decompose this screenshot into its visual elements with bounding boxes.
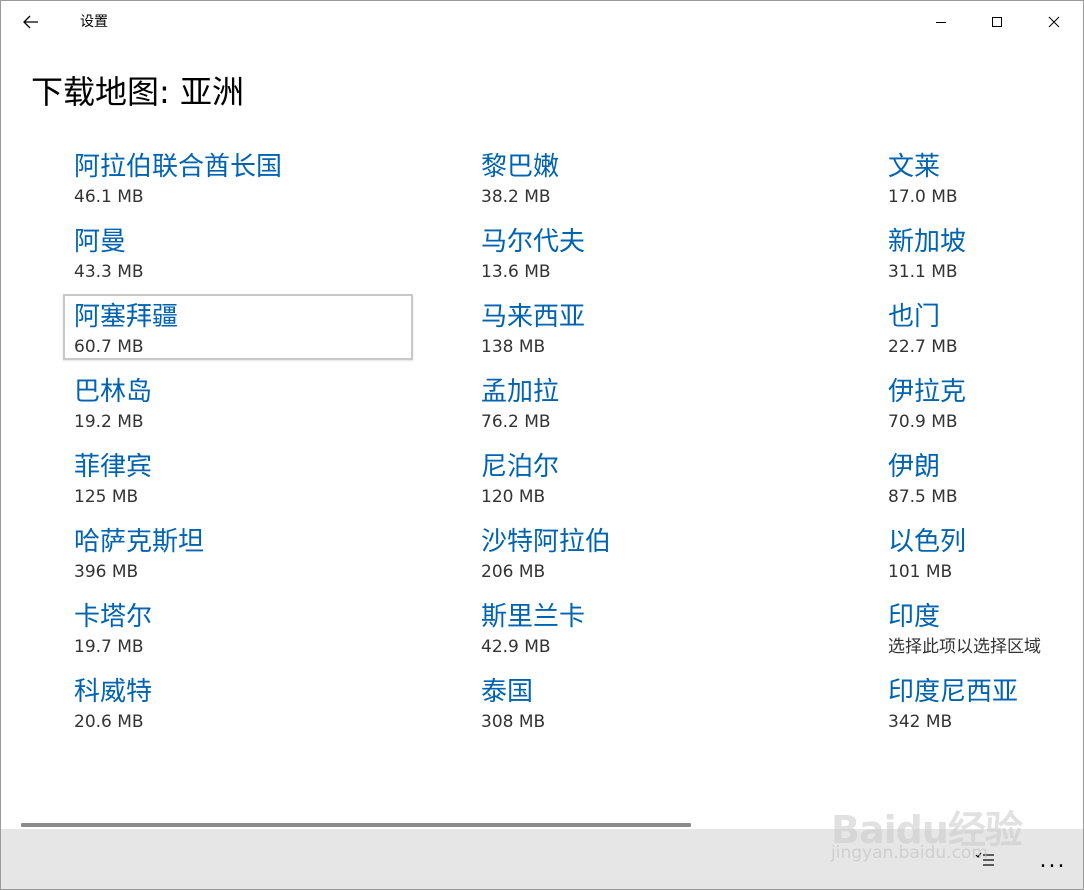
close-icon: [1048, 16, 1060, 28]
multi-select-icon: [975, 852, 994, 866]
settings-window: 设置 下载地图: 亚洲 阿拉伯联合酋长国 46.1 MB 阿曼 43.3 MB 阿塞拜疆…: [0, 0, 1084, 890]
region-item[interactable]: 斯里兰卡 42.9 MB: [470, 594, 820, 660]
region-size: 101 MB: [888, 562, 953, 582]
region-name: 菲律宾: [74, 452, 153, 482]
region-name: 马尔代夫: [481, 227, 586, 257]
region-name: 沙特阿拉伯: [481, 527, 612, 557]
region-size: 13.6 MB: [481, 262, 551, 282]
minimize-button[interactable]: [913, 1, 969, 43]
region-name: 印度: [888, 602, 941, 632]
region-size: 选择此项以选择区域: [888, 637, 1041, 657]
command-bar: ...: [1, 829, 1083, 889]
region-item[interactable]: 阿拉伯联合酋长国 46.1 MB: [63, 144, 413, 210]
region-name: 印度尼西亚: [888, 677, 1019, 707]
region-size: 19.2 MB: [74, 412, 144, 432]
region-size: 19.7 MB: [74, 637, 144, 657]
region-item[interactable]: 也门 22.7 MB: [877, 294, 1072, 360]
region-name: 斯里兰卡: [481, 602, 586, 632]
region-item[interactable]: 卡塔尔 19.7 MB: [63, 594, 413, 660]
region-name: 巴林岛: [74, 377, 153, 407]
close-button[interactable]: [1026, 1, 1082, 43]
select-button[interactable]: [965, 843, 1005, 877]
back-arrow-icon: [23, 15, 38, 29]
region-item[interactable]: 印度尼西亚 342 MB: [877, 669, 1072, 735]
back-button[interactable]: [13, 5, 49, 39]
minimize-icon: [936, 22, 946, 23]
region-item[interactable]: 尼泊尔 120 MB: [470, 444, 820, 510]
region-size: 46.1 MB: [74, 187, 144, 207]
region-item[interactable]: 阿塞拜疆 60.7 MB: [63, 294, 413, 360]
title-bar: 设置: [1, 1, 1083, 43]
region-item[interactable]: 以色列 101 MB: [877, 519, 1072, 585]
region-item[interactable]: 伊拉克 70.9 MB: [877, 369, 1072, 435]
region-item[interactable]: 马尔代夫 13.6 MB: [470, 219, 820, 285]
region-item[interactable]: 新加坡 31.1 MB: [877, 219, 1072, 285]
region-name: 哈萨克斯坦: [74, 527, 205, 557]
region-size: 20.6 MB: [74, 712, 144, 732]
region-size: 31.1 MB: [888, 262, 958, 282]
region-name: 阿塞拜疆: [74, 302, 179, 332]
region-item[interactable]: 孟加拉 76.2 MB: [470, 369, 820, 435]
region-item[interactable]: 印度选择此项以选择区域: [877, 594, 1072, 660]
region-item[interactable]: 伊朗 87.5 MB: [877, 444, 1072, 510]
region-item[interactable]: 文莱 17.0 MB: [877, 144, 1072, 210]
maximize-icon: [992, 17, 1002, 27]
region-size: 42.9 MB: [481, 637, 551, 657]
region-name: 阿拉伯联合酋长国: [74, 152, 283, 182]
region-item[interactable]: 菲律宾 125 MB: [63, 444, 413, 510]
region-name: 卡塔尔: [74, 602, 153, 632]
region-item[interactable]: 泰国 308 MB: [470, 669, 820, 735]
region-size: 206 MB: [481, 562, 546, 582]
region-item[interactable]: 马来西亚 138 MB: [470, 294, 820, 360]
region-name: 以色列: [888, 527, 967, 557]
region-name: 伊朗: [888, 452, 941, 482]
region-item[interactable]: 巴林岛 19.2 MB: [63, 369, 413, 435]
region-name: 科威特: [74, 677, 153, 707]
region-size: 22.7 MB: [888, 337, 958, 357]
region-name: 伊拉克: [888, 377, 967, 407]
region-item[interactable]: 科威特 20.6 MB: [63, 669, 413, 735]
region-name: 文莱: [888, 152, 941, 182]
region-name: 黎巴嫩: [481, 152, 560, 182]
region-size: 120 MB: [481, 487, 546, 507]
app-title: 设置: [80, 14, 108, 30]
page-title: 下载地图: 亚洲: [31, 73, 244, 111]
region-size: 396 MB: [74, 562, 139, 582]
region-size: 43.3 MB: [74, 262, 144, 282]
region-item[interactable]: 沙特阿拉伯 206 MB: [470, 519, 820, 585]
region-name: 马来西亚: [481, 302, 586, 332]
region-size: 138 MB: [481, 337, 546, 357]
region-size: 342 MB: [888, 712, 953, 732]
more-icon: ...: [1039, 847, 1067, 873]
region-name: 也门: [888, 302, 941, 332]
more-button[interactable]: ...: [1033, 843, 1073, 877]
region-size: 125 MB: [74, 487, 139, 507]
region-size: 38.2 MB: [481, 187, 551, 207]
region-size: 87.5 MB: [888, 487, 958, 507]
region-size: 308 MB: [481, 712, 546, 732]
region-size: 60.7 MB: [74, 337, 144, 357]
region-name: 孟加拉: [481, 377, 560, 407]
horizontal-scrollbar[interactable]: [21, 823, 691, 827]
region-name: 新加坡: [888, 227, 967, 257]
region-size: 70.9 MB: [888, 412, 958, 432]
region-size: 17.0 MB: [888, 187, 958, 207]
region-name: 泰国: [481, 677, 534, 707]
region-item[interactable]: 哈萨克斯坦 396 MB: [63, 519, 413, 585]
region-name: 阿曼: [74, 227, 127, 257]
region-item[interactable]: 阿曼 43.3 MB: [63, 219, 413, 285]
maximize-button[interactable]: [969, 1, 1025, 43]
region-size: 76.2 MB: [481, 412, 551, 432]
region-name: 尼泊尔: [481, 452, 560, 482]
region-item[interactable]: 黎巴嫩 38.2 MB: [470, 144, 820, 210]
